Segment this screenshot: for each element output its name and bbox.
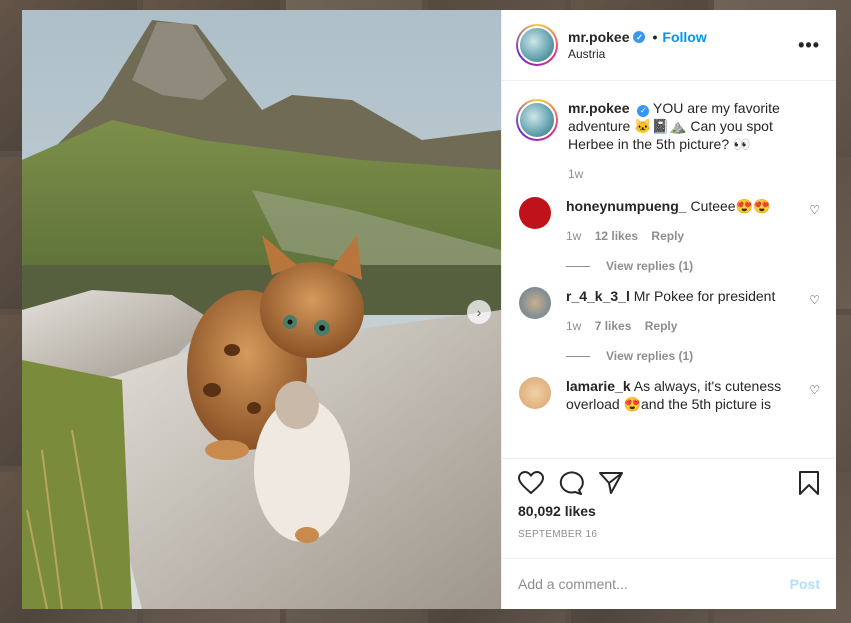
share-icon[interactable] bbox=[598, 471, 624, 495]
post-location[interactable]: Austria bbox=[568, 47, 798, 61]
commenter-avatar[interactable] bbox=[519, 197, 551, 229]
comment-username[interactable]: lamarie_k bbox=[566, 378, 631, 394]
post-photo[interactable]: › bbox=[22, 10, 501, 609]
photo-illustration bbox=[22, 10, 501, 609]
comment-username[interactable]: honeynumpueng_ bbox=[566, 198, 687, 214]
post-comment-button[interactable]: Post bbox=[790, 576, 820, 592]
comment-heart-icon[interactable]: ♡ bbox=[809, 293, 820, 307]
author-username[interactable]: mr.pokee bbox=[568, 29, 629, 45]
chevron-right-icon[interactable]: › bbox=[467, 300, 491, 324]
comment-item: lamarie_k As always, it's cuteness overl… bbox=[516, 377, 820, 413]
comment-username[interactable]: r_4_k_3_l bbox=[566, 288, 630, 304]
comment-text: Mr Pokee for president bbox=[633, 288, 776, 304]
more-options-icon[interactable]: ••• bbox=[798, 35, 820, 56]
comment-icon[interactable] bbox=[558, 471, 584, 495]
comment-heart-icon[interactable]: ♡ bbox=[809, 383, 820, 397]
comment-item: r_4_k_3_l Mr Pokee for president 1w 7 li… bbox=[516, 287, 820, 335]
comment-heart-icon[interactable]: ♡ bbox=[809, 203, 820, 217]
commenter-avatar[interactable] bbox=[519, 287, 551, 319]
add-comment-bar: Post bbox=[502, 558, 836, 609]
reply-button[interactable]: Reply bbox=[645, 319, 678, 333]
view-replies-button[interactable]: View replies (1) bbox=[566, 349, 820, 363]
comment-time[interactable]: 1w bbox=[566, 229, 581, 243]
follow-button[interactable]: Follow bbox=[662, 29, 706, 45]
comment-text: Cuteee😍😍 bbox=[690, 198, 771, 214]
caption-avatar[interactable] bbox=[516, 99, 558, 141]
verified-badge-icon: ✓ bbox=[637, 105, 650, 117]
verified-badge-icon: ✓ bbox=[633, 31, 646, 43]
post-modal: › mr.pokee ✓ • Follow Austria ••• mr.pok… bbox=[22, 10, 836, 609]
comment-likes[interactable]: 12 likes bbox=[595, 229, 638, 243]
commenter-avatar[interactable] bbox=[519, 377, 551, 409]
post-side-panel: mr.pokee ✓ • Follow Austria ••• mr.pokee… bbox=[501, 10, 836, 609]
comment-input[interactable] bbox=[518, 576, 790, 592]
caption-time[interactable]: 1w bbox=[568, 167, 583, 181]
heart-icon[interactable] bbox=[518, 471, 544, 495]
reply-button[interactable]: Reply bbox=[651, 229, 684, 243]
post-caption: mr.pokee ✓ YOU are my favorite adventure… bbox=[516, 99, 820, 183]
comment-likes[interactable]: 7 likes bbox=[595, 319, 632, 333]
comments-list[interactable]: mr.pokee ✓ YOU are my favorite adventure… bbox=[502, 81, 836, 458]
comment-time[interactable]: 1w bbox=[566, 319, 581, 333]
post-actions: 80,092 likes SEPTEMBER 16 bbox=[502, 458, 836, 558]
comment-item: honeynumpueng_ Cuteee😍😍 1w 12 likes Repl… bbox=[516, 197, 820, 245]
view-replies-button[interactable]: View replies (1) bbox=[566, 259, 820, 273]
caption-username[interactable]: mr.pokee bbox=[568, 100, 629, 116]
separator-dot: • bbox=[652, 29, 658, 45]
like-count[interactable]: 80,092 likes bbox=[518, 503, 820, 519]
post-header: mr.pokee ✓ • Follow Austria ••• bbox=[502, 10, 836, 81]
post-date: SEPTEMBER 16 bbox=[518, 529, 598, 540]
avatar[interactable] bbox=[516, 24, 558, 66]
bookmark-icon[interactable] bbox=[798, 471, 820, 495]
